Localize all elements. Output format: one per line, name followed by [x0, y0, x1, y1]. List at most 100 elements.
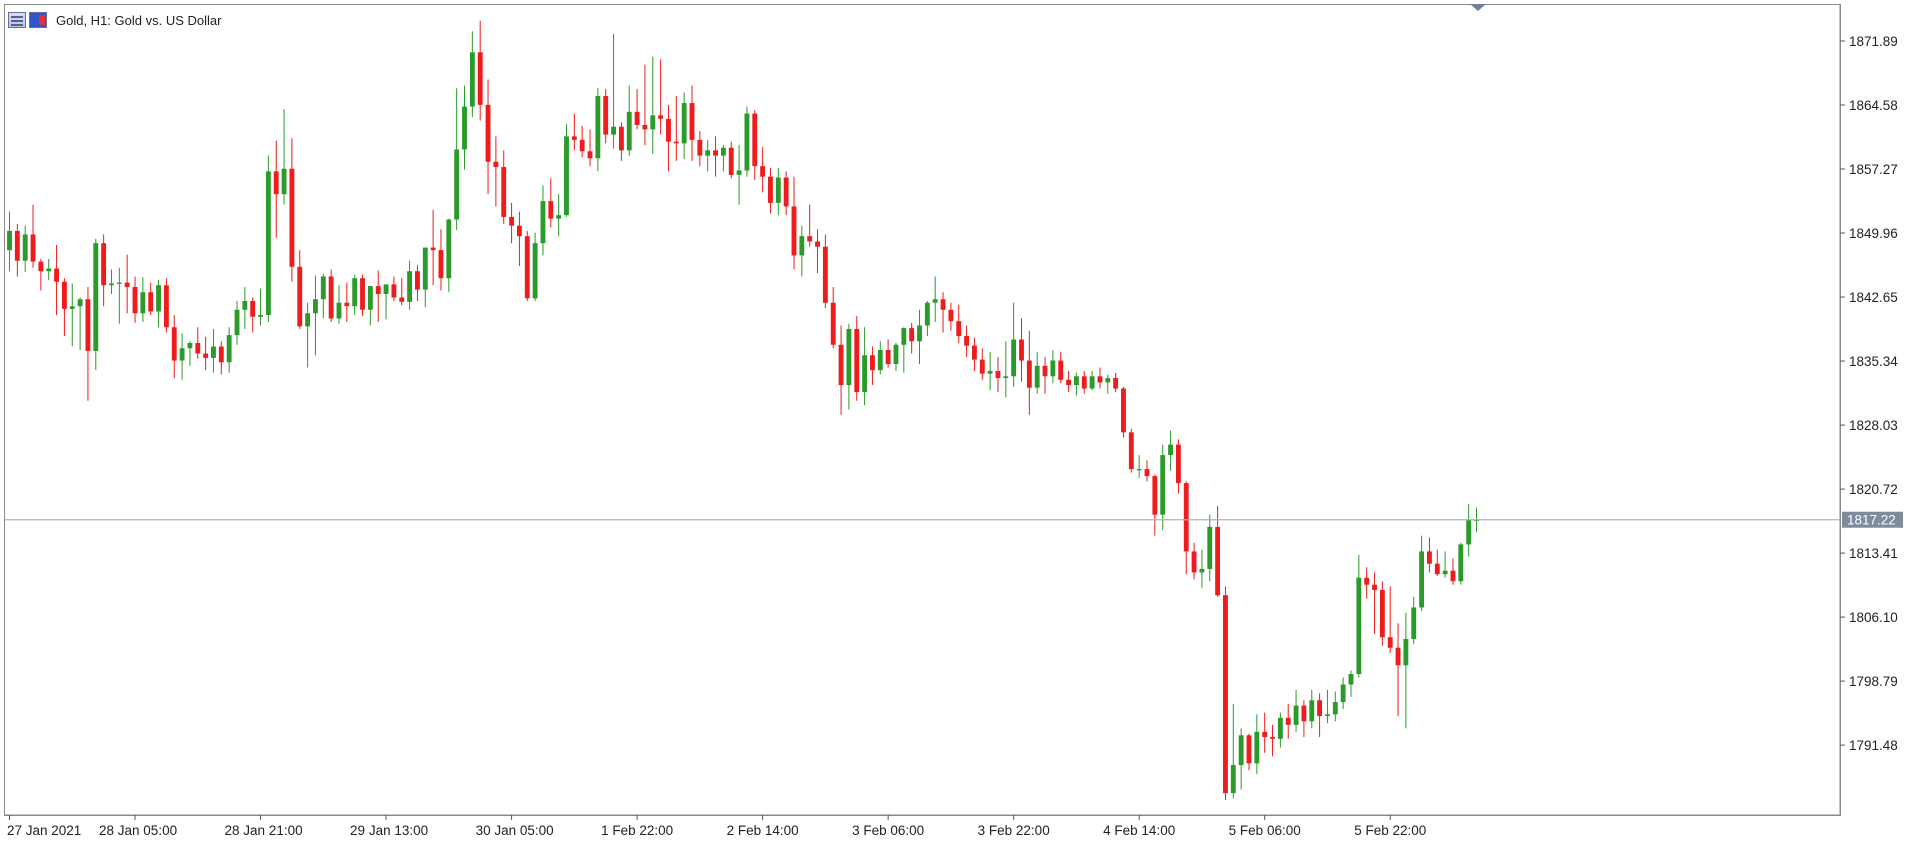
candle-body[interactable] [195, 343, 201, 354]
candle-body[interactable] [1348, 674, 1354, 685]
chart-window-icon[interactable] [8, 12, 26, 28]
candle-body[interactable] [14, 230, 20, 261]
candle-body[interactable] [948, 309, 954, 322]
candle-body[interactable] [163, 285, 169, 328]
candle-body[interactable] [1293, 705, 1299, 725]
candle-body[interactable] [956, 321, 962, 337]
candle-body[interactable] [1340, 684, 1346, 703]
candle-body[interactable] [1105, 378, 1111, 383]
candle-body[interactable] [399, 297, 405, 302]
candle-body[interactable] [1058, 360, 1064, 380]
candle-body[interactable] [901, 328, 907, 345]
candle-body[interactable] [320, 276, 326, 300]
candle-body[interactable] [116, 282, 122, 284]
candle-body[interactable] [242, 300, 248, 310]
candle-body[interactable] [877, 350, 883, 371]
candle-body[interactable] [313, 299, 318, 314]
candle-body[interactable] [1466, 519, 1472, 545]
candle-body[interactable] [305, 313, 311, 327]
candle-body[interactable] [1387, 637, 1393, 648]
candle-body[interactable] [140, 292, 146, 314]
candle-body[interactable] [477, 52, 483, 105]
candle-body[interactable] [791, 206, 797, 256]
candle-body[interactable] [156, 285, 161, 312]
candle-body[interactable] [650, 115, 656, 130]
candle-body[interactable] [987, 371, 993, 374]
candle-body[interactable] [1066, 379, 1071, 386]
candle-body[interactable] [666, 118, 671, 142]
candle-body[interactable] [187, 343, 193, 349]
candle-body[interactable] [1097, 376, 1103, 383]
candle-body[interactable] [532, 243, 538, 299]
candle-body[interactable] [1442, 570, 1448, 575]
candle-body[interactable] [571, 136, 577, 140]
candle-body[interactable] [352, 278, 358, 307]
candle-body[interactable] [862, 355, 868, 393]
candle-body[interactable] [548, 201, 554, 219]
candle-body[interactable] [391, 284, 397, 298]
candle-body[interactable] [1372, 584, 1377, 590]
candle-body[interactable] [1434, 563, 1440, 575]
candle-body[interactable] [1246, 735, 1252, 764]
candle-body[interactable] [226, 335, 232, 363]
candle-body[interactable] [1254, 731, 1260, 764]
candle-body[interactable] [524, 236, 530, 299]
candle-body[interactable] [1270, 737, 1275, 739]
candle-body[interactable] [924, 302, 930, 326]
candle-body[interactable] [462, 106, 467, 150]
candle-body[interactable] [218, 346, 224, 363]
candle-body[interactable] [516, 225, 522, 237]
candle-body[interactable] [673, 141, 679, 144]
candle-body[interactable] [1207, 526, 1213, 569]
candle-body[interactable] [1003, 376, 1009, 379]
candle-body[interactable] [1128, 432, 1134, 470]
candle-body[interactable] [485, 104, 491, 162]
candle-body[interactable] [1011, 339, 1017, 377]
candle-body[interactable] [1419, 551, 1425, 608]
candle-body[interactable] [1262, 731, 1268, 738]
candle-body[interactable] [1175, 444, 1181, 484]
candle-body[interactable] [540, 201, 546, 244]
candle-body[interactable] [1121, 388, 1126, 433]
candle-body[interactable] [854, 329, 860, 393]
candle-body[interactable] [634, 111, 640, 125]
candle-body[interactable] [979, 359, 985, 374]
candle-body[interactable] [38, 261, 44, 272]
candle-body[interactable] [69, 306, 75, 309]
candle-body[interactable] [689, 103, 695, 140]
candle-body[interactable] [736, 170, 742, 175]
candle-body[interactable] [681, 103, 687, 144]
candle-body[interactable] [203, 353, 209, 358]
candle-body[interactable] [30, 234, 36, 262]
candle-body[interactable] [7, 230, 12, 251]
candle-body[interactable] [250, 300, 256, 317]
candle-body[interactable] [587, 151, 593, 159]
candle-body[interactable] [783, 177, 789, 207]
candle-body[interactable] [430, 247, 436, 251]
candle-body[interactable] [611, 126, 616, 135]
candle-body[interactable] [1285, 717, 1291, 725]
candle-body[interactable] [1089, 376, 1095, 389]
candle-body[interactable] [1144, 469, 1150, 477]
candle-body[interactable] [1026, 360, 1032, 388]
candle-body[interactable] [171, 327, 177, 361]
candle-body[interactable] [360, 278, 365, 310]
candle-body[interactable] [101, 243, 107, 286]
candle-body[interactable] [1277, 717, 1283, 739]
indicator-icon[interactable] [29, 12, 47, 28]
candle-body[interactable] [1403, 638, 1409, 666]
candle-body[interactable] [870, 355, 875, 371]
candle-body[interactable] [642, 124, 648, 130]
candle-body[interactable] [328, 276, 334, 319]
candle-body[interactable] [705, 150, 711, 156]
candle-body[interactable] [375, 286, 381, 294]
candle-body[interactable] [995, 371, 1001, 379]
candle-body[interactable] [564, 136, 569, 216]
candle-body[interactable] [1301, 705, 1307, 722]
candle-body[interactable] [885, 350, 891, 365]
candle-body[interactable] [509, 216, 515, 226]
candle-body[interactable] [383, 284, 389, 294]
candle-body[interactable] [752, 113, 758, 167]
candle-body[interactable] [1168, 444, 1173, 456]
candle-body[interactable] [54, 268, 60, 282]
